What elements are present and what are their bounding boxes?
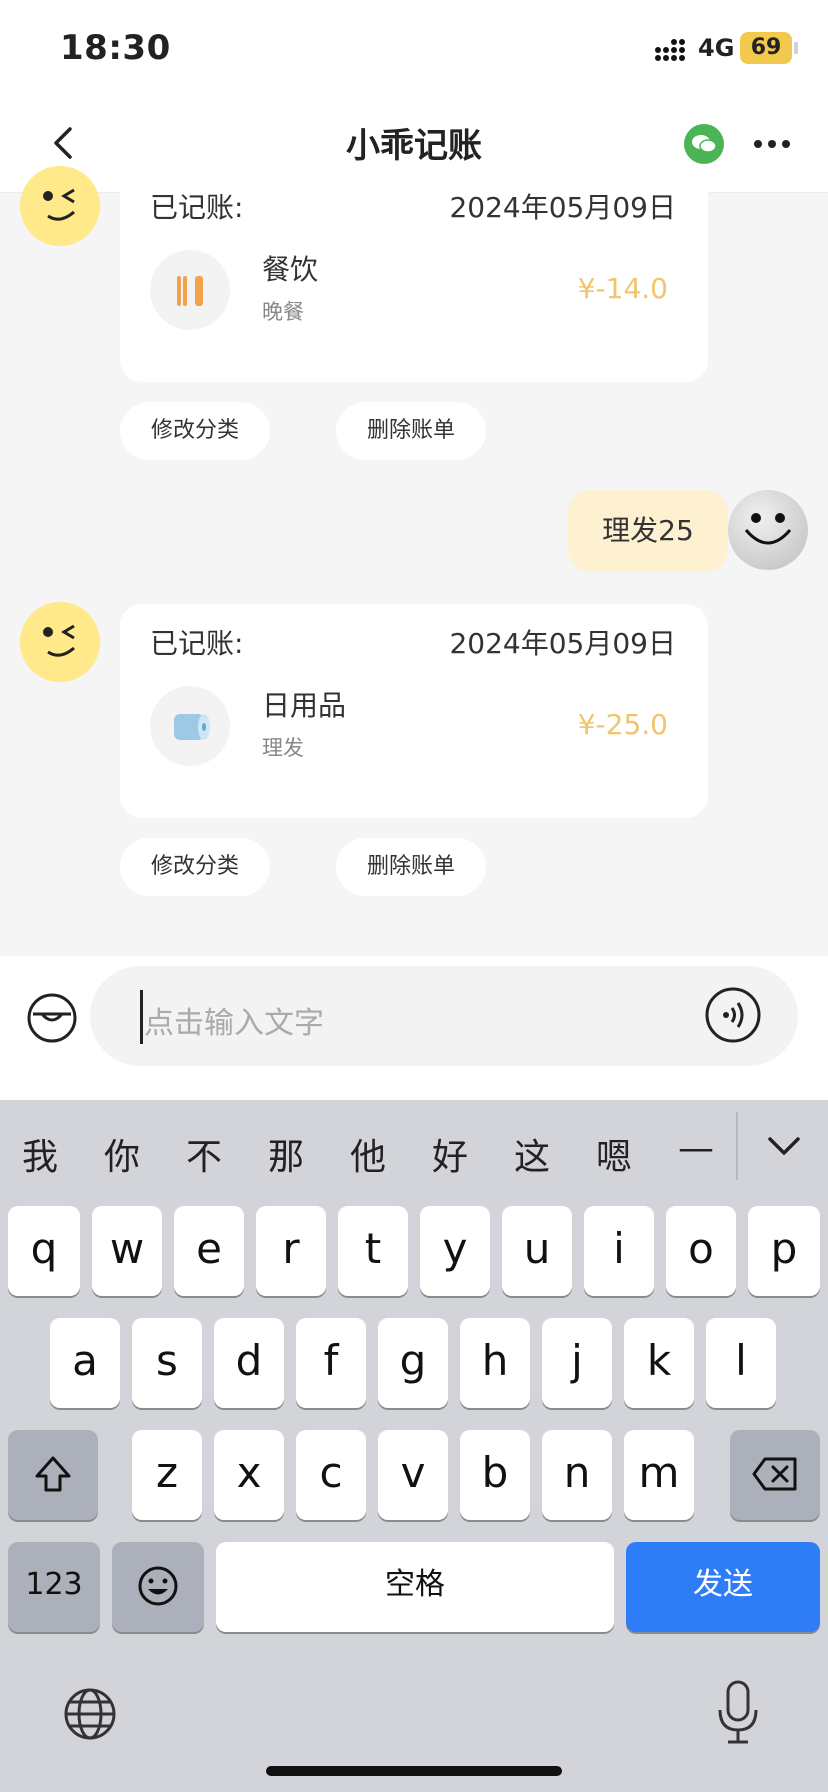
emoji-key[interactable]: [112, 1542, 204, 1632]
battery-cap: [794, 42, 798, 54]
category-name: 日用品: [262, 689, 347, 722]
recorded-label: 已记账:: [150, 627, 244, 660]
key-z[interactable]: z: [132, 1430, 202, 1520]
candidate-word[interactable]: 你: [104, 1128, 140, 1180]
tissue-roll-icon: [150, 686, 230, 766]
home-indicator: [266, 1766, 562, 1776]
key-v[interactable]: v: [378, 1430, 448, 1520]
numbers-key[interactable]: 123: [8, 1542, 100, 1632]
candidate-divider: [736, 1112, 738, 1180]
user-avatar[interactable]: [728, 490, 808, 570]
candidate-word[interactable]: 不: [186, 1128, 222, 1180]
user-message-bubble: 理发25: [568, 490, 728, 572]
shift-arrow-icon: [35, 1456, 71, 1492]
back-icon[interactable]: [46, 126, 80, 160]
key-y[interactable]: y: [420, 1206, 490, 1296]
key-f[interactable]: f: [296, 1318, 366, 1408]
bill-amount: ¥-14.0: [577, 272, 668, 305]
recorded-label: 已记账:: [150, 191, 244, 224]
utensils-icon: [150, 250, 230, 330]
candidate-word[interactable]: 好: [432, 1128, 468, 1180]
key-l[interactable]: l: [706, 1318, 776, 1408]
modify-category-button[interactable]: 修改分类: [120, 402, 270, 460]
key-h[interactable]: h: [460, 1318, 530, 1408]
key-u[interactable]: u: [502, 1206, 572, 1296]
key-k[interactable]: k: [624, 1318, 694, 1408]
key-x[interactable]: x: [214, 1430, 284, 1520]
key-r[interactable]: r: [256, 1206, 326, 1296]
key-i[interactable]: i: [584, 1206, 654, 1296]
key-s[interactable]: s: [132, 1318, 202, 1408]
bot-avatar: [20, 166, 100, 246]
space-key[interactable]: 空格: [216, 1542, 614, 1632]
delete-bill-button[interactable]: 删除账单: [336, 402, 486, 460]
key-p[interactable]: p: [748, 1206, 820, 1296]
candidate-word[interactable]: 他: [350, 1128, 386, 1180]
signal-icon: [655, 39, 685, 61]
candidate-word[interactable]: 那: [268, 1128, 304, 1180]
more-icon[interactable]: [752, 136, 792, 152]
key-n[interactable]: n: [542, 1430, 612, 1520]
candidate-word[interactable]: 嗯: [596, 1128, 632, 1180]
bill-amount: ¥-25.0: [577, 708, 668, 741]
emoji-icon: [138, 1566, 178, 1606]
key-j[interactable]: j: [542, 1318, 612, 1408]
key-g[interactable]: g: [378, 1318, 448, 1408]
bill-card[interactable]: 已记账: 2024年05月09日 餐饮 晚餐 ¥-14.0: [120, 168, 708, 382]
microphone-icon[interactable]: [716, 1680, 760, 1746]
key-d[interactable]: d: [214, 1318, 284, 1408]
backspace-icon: [752, 1457, 797, 1491]
key-o[interactable]: o: [666, 1206, 736, 1296]
network-label: 4G: [698, 34, 735, 62]
category-name: 餐饮: [262, 253, 319, 286]
voice-input-icon[interactable]: [704, 986, 762, 1044]
modify-category-button[interactable]: 修改分类: [120, 838, 270, 896]
shift-key[interactable]: [8, 1430, 98, 1520]
bot-avatar: [20, 602, 100, 682]
bill-date: 2024年05月09日: [449, 191, 676, 224]
bill-card[interactable]: 已记账: 2024年05月09日 日用品 理发 ¥-25.0: [120, 604, 708, 818]
key-a[interactable]: a: [50, 1318, 120, 1408]
wechat-icon[interactable]: [684, 124, 724, 164]
page-title: 小乖记账: [346, 126, 482, 166]
candidate-word[interactable]: 我: [22, 1128, 58, 1180]
delete-bill-button[interactable]: 删除账单: [336, 838, 486, 896]
category-note: 晚餐: [262, 300, 304, 324]
key-c[interactable]: c: [296, 1430, 366, 1520]
key-q[interactable]: q: [8, 1206, 80, 1296]
bill-date: 2024年05月09日: [449, 627, 676, 660]
status-time: 18:30: [60, 28, 171, 68]
key-m[interactable]: m: [624, 1430, 694, 1520]
battery-indicator: 69: [740, 32, 792, 64]
chevron-down-icon[interactable]: [766, 1134, 802, 1158]
candidate-word[interactable]: 这: [514, 1128, 550, 1180]
category-note: 理发: [262, 736, 304, 760]
candidate-word[interactable]: —: [678, 1128, 714, 1169]
key-b[interactable]: b: [460, 1430, 530, 1520]
send-key[interactable]: 发送: [626, 1542, 820, 1632]
key-e[interactable]: e: [174, 1206, 244, 1296]
text-cursor: [140, 990, 143, 1044]
key-t[interactable]: t: [338, 1206, 408, 1296]
wallet-icon[interactable]: [26, 992, 78, 1044]
delete-key[interactable]: [730, 1430, 820, 1520]
input-placeholder: 点击输入文字: [144, 1006, 324, 1041]
globe-icon[interactable]: [62, 1686, 118, 1742]
key-w[interactable]: w: [92, 1206, 162, 1296]
